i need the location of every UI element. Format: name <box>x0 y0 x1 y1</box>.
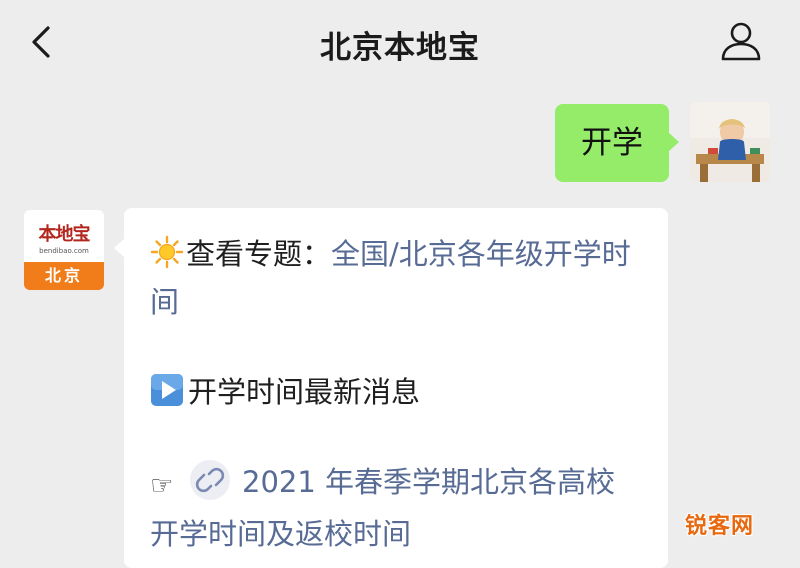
person-icon <box>721 22 761 61</box>
watermark-logo: 锐客网 <box>684 514 754 539</box>
link-chain-icon <box>190 460 230 500</box>
article-line: ☞ 2021 年春季学期北京各高校开学时间及返校时间 <box>150 458 644 558</box>
user-avatar[interactable] <box>690 102 770 182</box>
chat-title: 北京本地宝 <box>320 30 480 66</box>
topic-prefix: 查看专题： <box>186 237 332 271</box>
profile-button[interactable] <box>718 18 764 64</box>
news-heading: 开学时间最新消息 <box>188 375 421 409</box>
incoming-message-bubble: 查看专题：全国/北京各年级开学时间 开学时间最新消息 ☞ 2021 年春季学期北… <box>114 208 668 568</box>
news-heading-line: 开学时间最新消息 <box>150 368 644 416</box>
user-photo-image <box>690 102 770 182</box>
avatar-logo-area: 本地宝 bendibao.com <box>24 210 104 262</box>
play-button-icon <box>151 374 183 406</box>
pointing-hand-icon: ☞ <box>150 471 174 501</box>
sun-icon <box>150 235 184 269</box>
avatar-domain-text: bendibao.com <box>39 247 89 255</box>
topic-line: 查看专题：全国/北京各年级开学时间 <box>150 230 644 326</box>
chat-message-area[interactable]: 开学 本地宝 bendibao.com 北京 查看专题：全国/北京各年级开学时间… <box>0 90 800 568</box>
avatar-city-label: 北京 <box>24 262 104 290</box>
avatar-brand-text: 本地宝 <box>38 224 91 245</box>
top-nav-bar: 北京本地宝 <box>0 0 800 90</box>
official-account-avatar[interactable]: 本地宝 bendibao.com 北京 <box>24 210 104 290</box>
outgoing-message-bubble[interactable]: 开学 <box>555 104 679 182</box>
